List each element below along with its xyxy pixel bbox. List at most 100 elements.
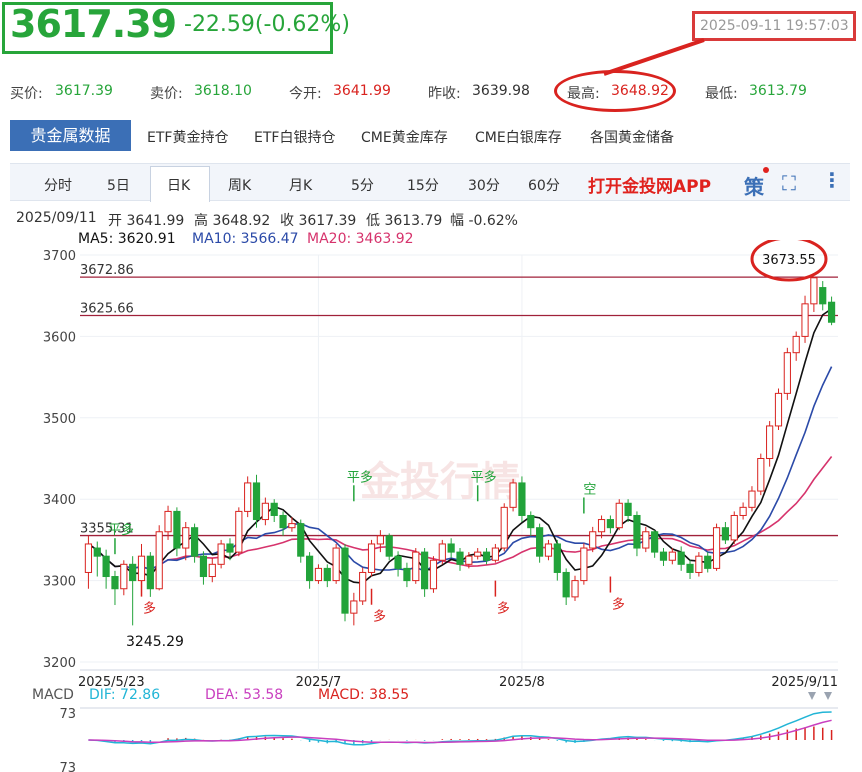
signal-label: 多 bbox=[143, 601, 156, 617]
y-tick-label: 3500 bbox=[43, 412, 76, 427]
period-tab-30min[interactable]: 30分 bbox=[468, 175, 500, 195]
candle-body bbox=[394, 555, 402, 569]
macd-title: MACD bbox=[32, 687, 74, 703]
signal-label: 多 bbox=[497, 601, 510, 617]
candlestick-chart: 3700360035003400330032002025/5/23 2025/7 2… bbox=[32, 240, 838, 772]
high-label: 最高: bbox=[567, 86, 600, 102]
candle-body bbox=[199, 555, 208, 578]
macd-dea-line bbox=[88, 719, 832, 744]
candle-body bbox=[509, 482, 517, 508]
low-label: 最低: bbox=[705, 86, 738, 102]
candle-body bbox=[730, 514, 738, 541]
y-tick-label: 3400 bbox=[43, 493, 76, 508]
candle-body bbox=[677, 551, 685, 565]
macd-marker-icon bbox=[808, 692, 816, 700]
open-value: 3641.99 bbox=[333, 83, 391, 99]
candle-body bbox=[642, 531, 650, 549]
candle-body bbox=[518, 482, 526, 516]
fullscreen-icon[interactable]: ⛶ bbox=[782, 171, 796, 195]
signal-label: 空 bbox=[583, 482, 596, 497]
candle-body bbox=[367, 543, 376, 573]
open-app-link[interactable]: 打开金投网APP bbox=[588, 172, 711, 197]
candle-body bbox=[819, 287, 827, 305]
candle-body bbox=[500, 506, 508, 549]
macd-y-tick-label: 73 bbox=[59, 707, 76, 722]
open-label: 今开: bbox=[289, 86, 322, 102]
more-vertical-icon[interactable]: ⋮ bbox=[822, 168, 842, 192]
tab-gold-reserves[interactable]: 各国黄金储备 bbox=[590, 127, 674, 147]
ask-value: 3618.10 bbox=[194, 83, 252, 99]
period-tab-15min[interactable]: 15分 bbox=[407, 175, 439, 195]
period-tab-daily[interactable]: 日K bbox=[167, 175, 190, 195]
notification-dot-icon bbox=[763, 167, 769, 173]
bid-label: 买价: bbox=[10, 86, 43, 102]
strategy-icon[interactable]: 策 bbox=[744, 171, 764, 200]
candle-body bbox=[712, 527, 721, 569]
candle-body bbox=[261, 502, 269, 521]
period-tab-5d[interactable]: 5日 bbox=[107, 175, 130, 195]
candle-body bbox=[84, 543, 93, 573]
info-high: 高 3648.92 bbox=[194, 213, 271, 229]
period-tab-intraday[interactable]: 分时 bbox=[44, 175, 72, 195]
period-tab-weekly[interactable]: 周K bbox=[228, 175, 251, 195]
tab-etf-silver[interactable]: ETF白银持仓 bbox=[254, 127, 335, 147]
ask-label: 卖价: bbox=[150, 86, 183, 102]
candle-body bbox=[774, 392, 783, 427]
tab-cme-silver[interactable]: CME白银库存 bbox=[475, 127, 562, 147]
candle-body bbox=[438, 543, 446, 561]
candle-body bbox=[739, 506, 747, 516]
info-low: 低 3613.79 bbox=[366, 213, 443, 229]
signal-label: 多 bbox=[373, 609, 386, 625]
candle-body bbox=[429, 559, 438, 590]
timestamp: 2025-09-11 19:57:03 bbox=[700, 18, 849, 34]
y-tick-label: 3300 bbox=[43, 575, 76, 590]
candle-body bbox=[350, 600, 358, 614]
price-change: -22.59(-0.62%) bbox=[184, 12, 350, 37]
candle-body bbox=[766, 425, 774, 460]
candle-body bbox=[120, 563, 128, 590]
candle-body bbox=[580, 547, 588, 582]
candle-body bbox=[129, 563, 137, 582]
signal-label: 平多 bbox=[471, 469, 497, 485]
bid-value: 3617.39 bbox=[55, 83, 113, 99]
period-tab-5min[interactable]: 5分 bbox=[351, 175, 374, 195]
macd-marker-icon bbox=[824, 692, 832, 700]
candle-body bbox=[704, 555, 712, 569]
candle-body bbox=[633, 514, 641, 549]
high-value: 3648.92 bbox=[611, 83, 669, 99]
peak-value-label: 3673.55 bbox=[762, 253, 816, 268]
candle-body bbox=[606, 519, 614, 529]
candle-body bbox=[155, 531, 163, 590]
candle-body bbox=[571, 580, 579, 598]
period-tab-monthly[interactable]: 月K bbox=[289, 175, 312, 195]
candle-body bbox=[810, 277, 818, 305]
candle-body bbox=[686, 563, 694, 573]
candle-body bbox=[217, 543, 225, 565]
x-tick-label: 2025/9/11 bbox=[771, 675, 838, 690]
info-close: 收 3617.39 bbox=[280, 213, 357, 229]
candle-body bbox=[279, 514, 287, 529]
candle-body bbox=[226, 543, 234, 553]
candle-body bbox=[208, 563, 216, 578]
candle-body bbox=[447, 543, 455, 553]
candle-body bbox=[748, 490, 756, 508]
candle-body bbox=[412, 551, 420, 582]
candle-body bbox=[757, 458, 765, 492]
period-tab-60min[interactable]: 60分 bbox=[528, 175, 560, 195]
candle-body bbox=[659, 551, 668, 561]
candle-body bbox=[624, 502, 632, 516]
candle-body bbox=[544, 543, 553, 557]
candle-body bbox=[314, 567, 323, 582]
candle-body bbox=[182, 527, 190, 549]
tab-etf-gold[interactable]: ETF黄金持仓 bbox=[147, 127, 228, 147]
candle-body bbox=[421, 551, 429, 590]
candle-body bbox=[146, 555, 154, 590]
tab-precious-metals-data[interactable]: 贵金属数据 bbox=[10, 120, 131, 151]
tab-cme-gold[interactable]: CME黄金库存 bbox=[361, 127, 448, 147]
candle-body bbox=[491, 547, 499, 561]
candle-body bbox=[456, 551, 464, 565]
candle-body bbox=[597, 519, 606, 533]
candle-body bbox=[332, 547, 340, 582]
candle-body bbox=[306, 555, 314, 582]
candle-body bbox=[270, 502, 278, 516]
